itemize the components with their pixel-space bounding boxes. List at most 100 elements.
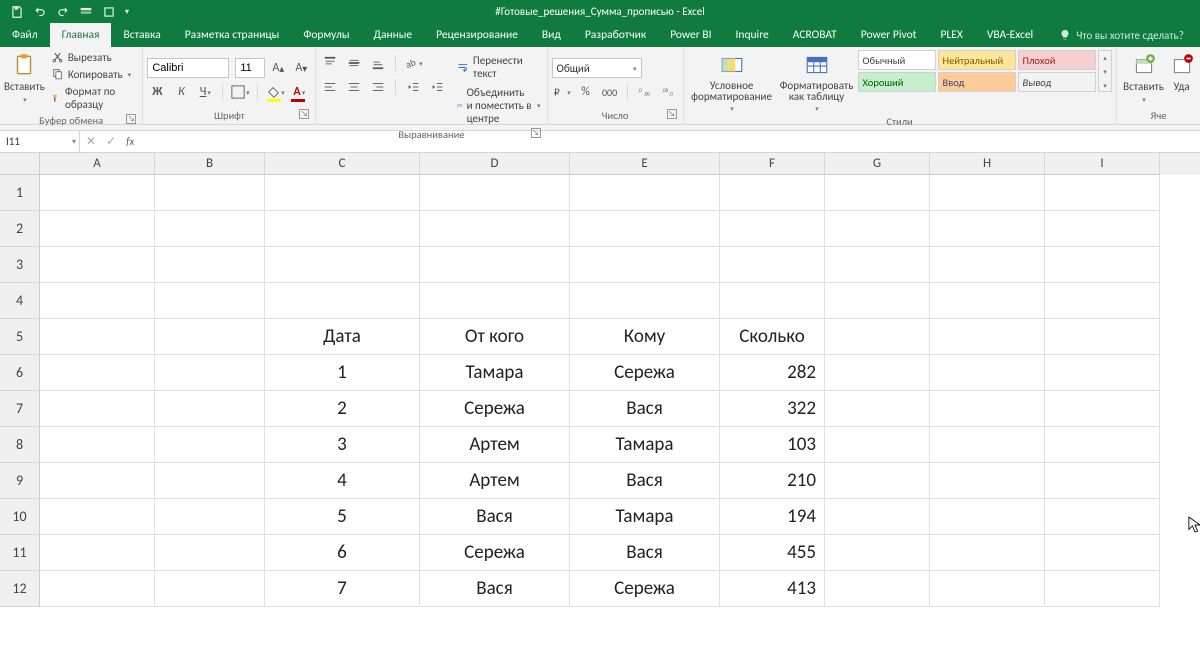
column-header[interactable]: H <box>930 153 1045 175</box>
delete-cells-button[interactable]: Уда <box>1167 50 1197 93</box>
cell[interactable]: Дата <box>265 319 420 355</box>
cell[interactable] <box>420 175 570 211</box>
cell[interactable] <box>930 319 1045 355</box>
orientation-button[interactable]: ab▾ <box>403 53 423 73</box>
cell[interactable] <box>1045 391 1160 427</box>
cell[interactable] <box>825 391 930 427</box>
tab-plex[interactable]: PLEX <box>929 23 975 47</box>
cell[interactable] <box>570 247 720 283</box>
cell[interactable]: Вася <box>570 535 720 571</box>
enter-formula-icon[interactable]: ✓ <box>106 134 116 149</box>
row-header[interactable]: 12 <box>0 571 40 607</box>
cancel-formula-icon[interactable]: ✕ <box>86 134 96 149</box>
column-header[interactable]: F <box>720 153 825 175</box>
cell[interactable]: 194 <box>720 499 825 535</box>
column-header[interactable]: A <box>40 153 155 175</box>
cell[interactable]: 5 <box>265 499 420 535</box>
cell[interactable] <box>1045 319 1160 355</box>
worksheet[interactable]: ABCDEFGHI 12345ДатаОт когоКомуСколько61Т… <box>0 153 1200 607</box>
cell[interactable]: 7 <box>265 571 420 607</box>
cell[interactable]: Вася <box>420 571 570 607</box>
save-icon[interactable] <box>10 5 24 19</box>
tab-vba-excel[interactable]: VBA-Excel <box>975 23 1045 47</box>
align-right-button[interactable] <box>368 77 388 97</box>
align-middle-button[interactable] <box>344 53 364 73</box>
comma-style-button[interactable]: 000 <box>600 82 620 102</box>
format-painter-button[interactable]: Формат по образцу <box>49 84 139 112</box>
font-size-input[interactable] <box>235 58 265 78</box>
cell[interactable] <box>1045 499 1160 535</box>
align-left-button[interactable] <box>320 77 340 97</box>
cell[interactable] <box>570 283 720 319</box>
cell[interactable] <box>930 247 1045 283</box>
row-header[interactable]: 8 <box>0 427 40 463</box>
decrease-decimal-button[interactable]: ,00,0 <box>659 82 679 102</box>
cell[interactable] <box>930 283 1045 319</box>
cell[interactable] <box>930 211 1045 247</box>
percent-button[interactable]: % <box>576 82 596 102</box>
align-bottom-button[interactable] <box>368 53 388 73</box>
cell[interactable] <box>40 283 155 319</box>
tab-inquire[interactable]: Inquire <box>724 23 781 47</box>
cell[interactable] <box>155 319 265 355</box>
cell[interactable]: 6 <box>265 535 420 571</box>
cell[interactable] <box>1045 355 1160 391</box>
row-header[interactable]: 6 <box>0 355 40 391</box>
cell[interactable]: 1 <box>265 355 420 391</box>
cell[interactable] <box>155 463 265 499</box>
cell[interactable]: Вася <box>570 463 720 499</box>
cell[interactable] <box>155 571 265 607</box>
cell[interactable] <box>1045 571 1160 607</box>
row-header[interactable]: 11 <box>0 535 40 571</box>
cell[interactable]: 3 <box>265 427 420 463</box>
tab-рецензирование[interactable]: Рецензирование <box>424 23 530 47</box>
cell[interactable]: 4 <box>265 463 420 499</box>
cell[interactable] <box>40 175 155 211</box>
cell[interactable]: Сколько <box>720 319 825 355</box>
bold-button[interactable]: Ж <box>147 82 167 102</box>
tab-вид[interactable]: Вид <box>530 23 573 47</box>
format-as-table-button[interactable]: Форматировать как таблицу▾ <box>776 50 858 113</box>
cell[interactable]: Сережа <box>570 355 720 391</box>
italic-button[interactable]: К <box>171 82 191 102</box>
gallery-down-icon[interactable]: ▾ <box>1103 67 1107 76</box>
name-box[interactable]: I11▾ <box>0 131 80 152</box>
tab-разработчик[interactable]: Разработчик <box>573 23 658 47</box>
cell[interactable] <box>930 571 1045 607</box>
row-header[interactable]: 2 <box>0 211 40 247</box>
cell[interactable] <box>1045 247 1160 283</box>
cell[interactable] <box>570 175 720 211</box>
cell[interactable] <box>1045 211 1160 247</box>
column-header[interactable]: B <box>155 153 265 175</box>
cell[interactable] <box>1045 463 1160 499</box>
tell-me[interactable]: Что вы хотите сделать? <box>1059 23 1184 47</box>
cell[interactable] <box>40 535 155 571</box>
tab-формулы[interactable]: Формулы <box>291 23 361 47</box>
cell-styles-gallery[interactable]: Обычный Нейтральный Плохой Хороший Ввод … <box>858 50 1096 92</box>
qat-icon[interactable] <box>79 5 93 19</box>
gallery-up-icon[interactable]: ▴ <box>1103 53 1107 62</box>
cell[interactable] <box>825 499 930 535</box>
tab-разметка-страницы[interactable]: Разметка страницы <box>173 23 292 47</box>
cell[interactable] <box>825 319 930 355</box>
fill-color-button[interactable]: ▾ <box>265 82 285 102</box>
row-header[interactable]: 4 <box>0 283 40 319</box>
cell[interactable] <box>40 571 155 607</box>
cell[interactable] <box>40 319 155 355</box>
font-name-input[interactable] <box>147 58 229 78</box>
tab-вставка[interactable]: Вставка <box>111 23 172 47</box>
qat-dropdown-icon[interactable]: ▾ <box>125 7 129 17</box>
cell[interactable] <box>825 355 930 391</box>
cell[interactable] <box>930 535 1045 571</box>
cell[interactable] <box>420 283 570 319</box>
cell[interactable] <box>40 211 155 247</box>
cell[interactable]: Сережа <box>420 391 570 427</box>
decrease-indent-button[interactable] <box>403 77 423 97</box>
cell[interactable] <box>420 211 570 247</box>
cell[interactable] <box>1045 283 1160 319</box>
cell[interactable] <box>825 535 930 571</box>
tab-power-bi[interactable]: Power BI <box>658 23 723 47</box>
cell[interactable] <box>40 499 155 535</box>
borders-button[interactable]: ▾ <box>230 82 250 102</box>
fx-icon[interactable]: fx <box>126 135 134 148</box>
